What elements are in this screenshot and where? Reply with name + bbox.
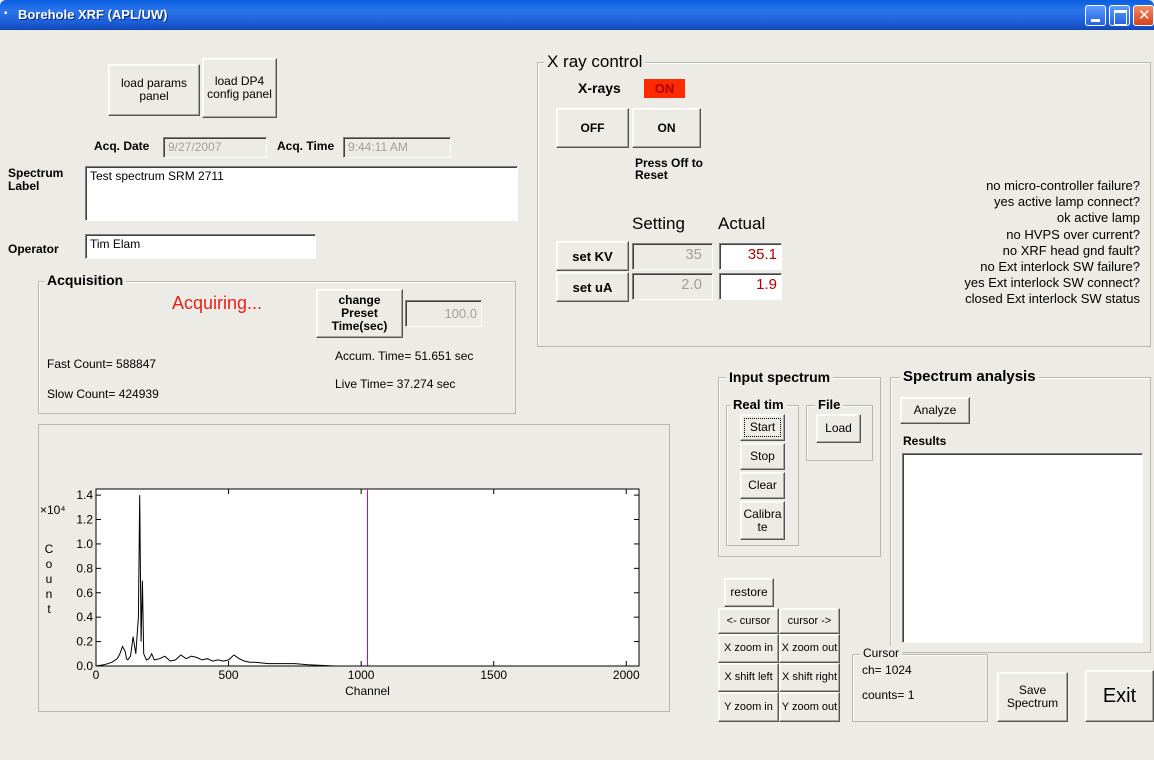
setting-header: Setting (632, 214, 685, 233)
spectrum-chart[interactable]: 0 500 1000 1500 2000 0.0 0.2 0.4 0.6 0.8 1.0 1.2 1.4… (39, 425, 671, 713)
set-ua-button[interactable]: set uA (556, 272, 629, 302)
exit-button[interactable]: Exit (1085, 670, 1154, 722)
cursor-channel-text: ch= 1024 (862, 663, 912, 677)
load-dp4-config-panel-button[interactable]: load DP4 config panel (202, 58, 277, 118)
kv-actual-field: 35.1 (719, 243, 782, 270)
kv-setting-field: 35 (632, 243, 713, 270)
ua-actual-field: 1.9 (719, 273, 782, 300)
file-title: File (815, 397, 844, 412)
load-file-button[interactable]: Load (816, 414, 861, 443)
xrays-label: X-rays (578, 80, 621, 96)
status-row: closed Ext interlock SW status (965, 291, 1140, 307)
y-axis-label-letter: t (47, 602, 51, 616)
acq-date-label: Acq. Date (94, 139, 150, 153)
xray-control-title: X ray control (544, 52, 646, 72)
maximize-button[interactable] (1109, 5, 1130, 26)
status-row: yes Ext interlock SW connect? (964, 275, 1140, 291)
y-tick-label: 0.6 (76, 586, 93, 600)
results-label: Results (903, 434, 947, 448)
ua-setting-field: 2.0 (632, 273, 713, 300)
xray-state-indicator: ON (644, 79, 685, 98)
spectrum-analysis-title: Spectrum analysis (900, 368, 1039, 385)
y-tick-label: 1.2 (76, 513, 93, 527)
cursor-title: Cursor (860, 646, 903, 660)
clear-button[interactable]: Clear (740, 472, 785, 499)
acquisition-group-title: Acquisition (44, 272, 127, 288)
actual-header: Actual (718, 214, 766, 233)
close-button[interactable]: ✕ (1133, 5, 1154, 26)
acquiring-status: Acquiring... (172, 293, 263, 313)
calibrate-button[interactable]: Calibra te (740, 501, 785, 540)
y-axis-label-letter: o (46, 557, 53, 571)
reset-note: Press Off to Reset (635, 156, 704, 182)
acq-time-field: 9:44:11 AM (343, 137, 451, 158)
input-spectrum-title: Input spectrum (726, 369, 834, 385)
y-multiplier-label: ×10⁴ (40, 503, 66, 517)
spectrum-label-label: Spectrum Label (8, 166, 64, 193)
change-preset-time-button[interactable]: change Preset Time(sec) (316, 289, 403, 338)
accum-time-text: Accum. Time= 51.651 sec (335, 349, 474, 363)
set-kv-button[interactable]: set KV (556, 241, 629, 271)
status-row: no Ext interlock SW failure? (980, 259, 1140, 275)
preset-time-field: 100.0 (405, 300, 482, 327)
y-tick-label: 1.0 (76, 537, 93, 551)
x-tick-label: 0 (93, 668, 100, 682)
cursor-left-button[interactable]: <- cursor (718, 608, 779, 634)
acq-date-field: 9/27/2007 (163, 137, 267, 158)
x-tick-label: 1500 (480, 668, 507, 682)
spectrum-label-input[interactable]: Test spectrum SRM 2711 (85, 166, 518, 221)
cursor-right-button[interactable]: cursor -> (779, 608, 840, 634)
status-row: no HVPS over current? (1006, 226, 1140, 242)
y-zoom-out-button[interactable]: Y zoom out (779, 692, 840, 722)
live-time-text: Live Time= 37.274 sec (335, 377, 456, 391)
xray-off-button[interactable]: OFF (556, 108, 629, 148)
x-axis-label: Channel (345, 684, 390, 698)
minimize-button[interactable] (1085, 5, 1106, 26)
operator-input[interactable]: Tim Elam (85, 234, 316, 259)
y-axis-label-letter: n (46, 587, 53, 601)
load-params-panel-button[interactable]: load params panel (108, 64, 200, 116)
status-row: no micro-controller failure? (986, 178, 1140, 193)
analyze-button[interactable]: Analyze (900, 397, 970, 424)
spectrum-plot-panel: 0 500 1000 1500 2000 0.0 0.2 0.4 0.6 0.8 1.0 1.2 1.4… (38, 424, 670, 712)
restore-button[interactable]: restore (724, 578, 774, 607)
acq-time-label: Acq. Time (277, 139, 335, 153)
y-tick-label: 0.8 (76, 561, 93, 575)
status-row: yes active lamp connect? (994, 194, 1140, 210)
status-row: ok active lamp (1056, 210, 1140, 226)
y-tick-label: 1.4 (76, 488, 93, 502)
start-button[interactable]: Start (740, 414, 785, 441)
y-tick-label: 0.4 (76, 610, 93, 624)
x-shift-left-button[interactable]: X shift left (718, 663, 779, 692)
operator-label: Operator (8, 242, 59, 256)
x-zoom-out-button[interactable]: X zoom out (779, 634, 840, 663)
app-icon: ▪ (4, 8, 8, 19)
slow-count-text: Slow Count= 424939 (47, 387, 159, 401)
stop-button[interactable]: Stop (740, 443, 785, 470)
y-tick-label: 0.0 (76, 659, 93, 673)
xray-on-button[interactable]: ON (632, 108, 701, 148)
x-shift-right-button[interactable]: X shift right (779, 663, 840, 692)
y-tick-label: 0.2 (76, 635, 93, 649)
save-spectrum-button[interactable]: Save Spectrum (997, 672, 1068, 722)
y-zoom-in-button[interactable]: Y zoom in (718, 692, 779, 722)
realtime-title: Real tim (730, 397, 787, 412)
results-textbox[interactable] (902, 453, 1143, 643)
interlock-status-list: no micro-controller failure? yes active … (880, 178, 1140, 308)
x-zoom-in-button[interactable]: X zoom in (718, 634, 779, 663)
y-axis-label-letter: u (46, 572, 53, 586)
x-tick-label: 2000 (613, 668, 640, 682)
title-bar: ▪ Borehole XRF (APL/UW) ✕ (0, 0, 1154, 30)
x-tick-label: 1000 (348, 668, 375, 682)
status-row: no XRF head gnd fault? (1002, 242, 1140, 258)
close-icon: ✕ (1138, 7, 1151, 24)
cursor-counts-text: counts= 1 (862, 688, 915, 702)
y-axis-label-letter: C (45, 542, 54, 556)
x-tick-label: 500 (219, 668, 239, 682)
window-title: Borehole XRF (APL/UW) (18, 7, 168, 22)
fast-count-text: Fast Count= 588847 (47, 357, 157, 371)
